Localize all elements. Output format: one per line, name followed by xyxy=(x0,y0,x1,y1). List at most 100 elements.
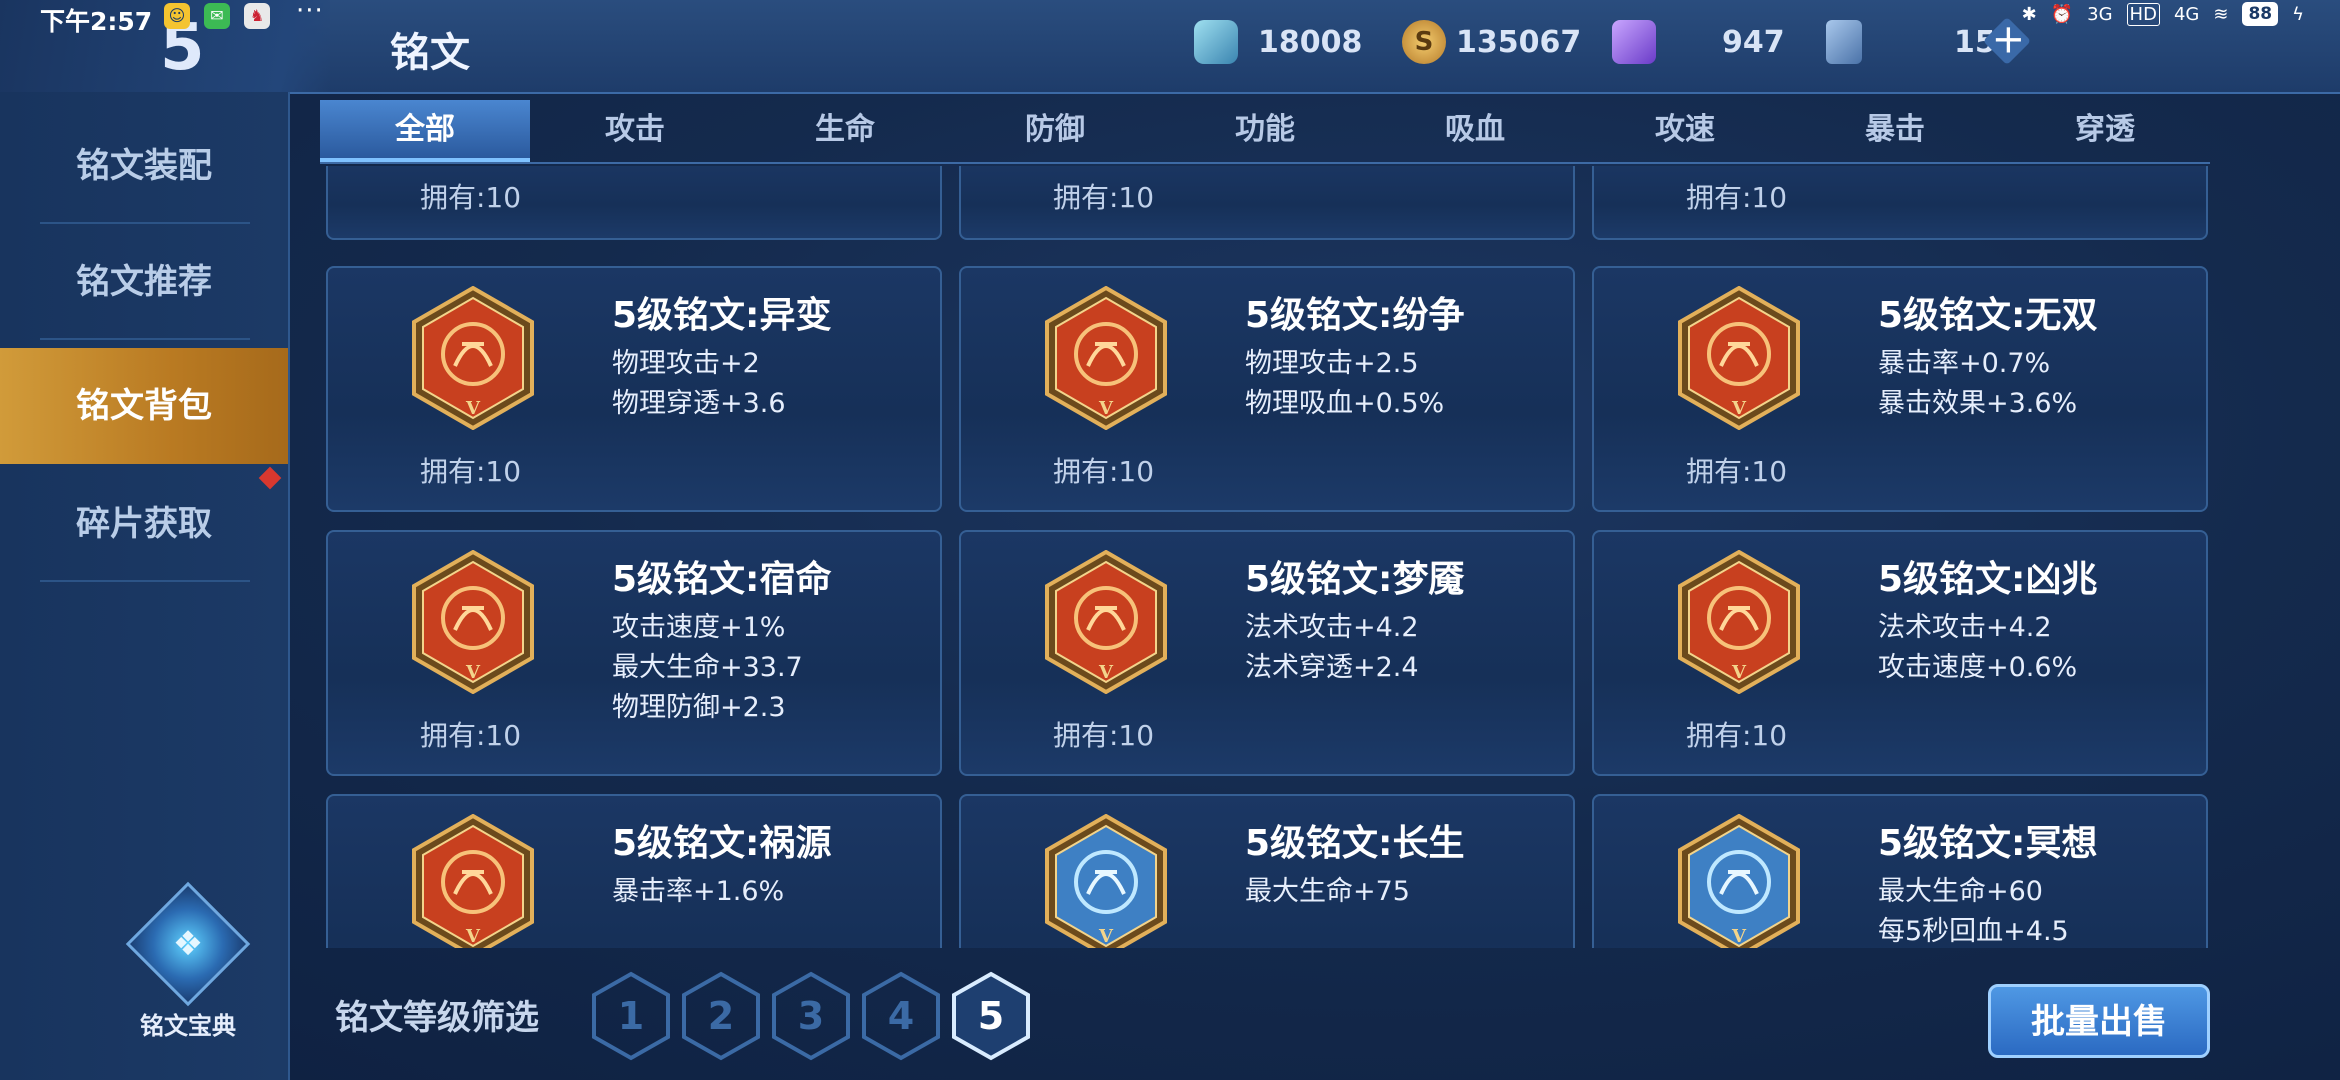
sidebar-item-fragments[interactable]: 碎片获取 xyxy=(0,466,288,582)
rune-title: 5级铭文:梦魇 xyxy=(1245,559,1465,600)
svg-text:V: V xyxy=(1098,926,1114,947)
owned-count: 拥有:10 xyxy=(420,719,522,752)
rune-stat: 法术攻击+4.2 xyxy=(1878,612,2052,643)
tab-crit[interactable]: 暴击 xyxy=(1790,100,2000,162)
wifi-icon: ≋ xyxy=(2213,3,2229,25)
tab-lifesteal[interactable]: 吸血 xyxy=(1370,100,1580,162)
charging-icon: ϟ xyxy=(2292,3,2304,25)
rune-card[interactable]: V 5级铭文:异变 物理攻击+2 物理穿透+3.6 拥有:10 xyxy=(326,266,942,512)
level-number: 4 xyxy=(887,994,915,1038)
owned-count: 拥有:10 xyxy=(420,181,522,214)
tab-attack[interactable]: 攻击 xyxy=(530,100,740,162)
svg-text:V: V xyxy=(1731,926,1747,947)
rune-fenzheng-icon: V xyxy=(1045,286,1167,430)
rune-title: 5级铭文:凶兆 xyxy=(1878,559,2098,600)
svg-text:V: V xyxy=(1731,662,1747,683)
level-filter-4[interactable]: 4 xyxy=(860,970,942,1062)
tab-utility[interactable]: 功能 xyxy=(1160,100,1370,162)
rune-card[interactable]: V 5级铭文:梦魇 法术攻击+4.2 法术穿透+2.4 拥有:10 xyxy=(959,530,1575,776)
rune-changsheng-icon: V xyxy=(1045,814,1167,948)
battery-indicator: 88 xyxy=(2242,2,2279,26)
rune-card[interactable]: V 5级铭文:宿命 攻击速度+1% 最大生命+33.7 物理防御+2.3 拥有:… xyxy=(326,530,942,776)
rune-grid[interactable]: 拥有:10 拥有:10 拥有:10 V 5级铭文:异变 物理攻击+2 物理穿透+… xyxy=(320,166,2220,948)
rune-xiongzhao-icon: V xyxy=(1678,550,1800,694)
level-number: 2 xyxy=(707,994,735,1038)
status-indicators: ✱ ⏰ 3G HD 4G ≋ 88 ϟ xyxy=(2022,2,2304,26)
rune-stat: 最大生命+33.7 xyxy=(612,652,803,683)
rune-stat: 暴击效果+3.6% xyxy=(1878,388,2078,419)
net-4g-label: 4G xyxy=(2173,3,2200,25)
sidebar-item-recommend[interactable]: 铭文推荐 xyxy=(0,224,288,340)
rune-card[interactable]: 拥有:10 xyxy=(326,166,942,240)
codex-label: 铭文宝典 xyxy=(140,1012,236,1040)
rune-card[interactable]: V 5级铭文:冥想 最大生命+60 每5秒回血+4.5 xyxy=(1592,794,2208,948)
category-tabs: 全部 攻击 生命 防御 功能 吸血 攻速 暴击 穿透 xyxy=(320,100,2210,164)
rune-mingxiang-icon: V xyxy=(1678,814,1800,948)
rune-wushuang-icon: V xyxy=(1678,286,1800,430)
tab-all[interactable]: 全部 xyxy=(320,100,530,162)
tab-attack-speed[interactable]: 攻速 xyxy=(1580,100,1790,162)
rune-yibian-icon: V xyxy=(412,286,534,430)
rune-stats: 暴击率+1.6% xyxy=(612,872,784,912)
rune-stat: 每5秒回血+4.5 xyxy=(1878,916,2069,947)
net-3g-label: 3G xyxy=(2087,3,2113,25)
rune-stat: 最大生命+60 xyxy=(1878,876,2043,907)
rune-stats: 物理攻击+2.5 物理吸血+0.5% xyxy=(1245,344,1444,424)
level-filter-5[interactable]: 5 xyxy=(950,970,1032,1062)
rune-codex-button[interactable]: ❖ 铭文宝典 xyxy=(125,881,251,1040)
batch-sell-button[interactable]: 批量出售 xyxy=(1988,984,2210,1058)
app-icon: ♞ xyxy=(244,3,270,29)
rune-card[interactable]: V 5级铭文:凶兆 法术攻击+4.2 攻击速度+0.6% 拥有:10 xyxy=(1592,530,2208,776)
level-filter-3[interactable]: 3 xyxy=(770,970,852,1062)
owned-count: 拥有:10 xyxy=(1053,181,1155,214)
svg-text:V: V xyxy=(1098,398,1114,419)
svg-text:V: V xyxy=(465,398,481,419)
sidebar-item-backpack[interactable]: 铭文背包 xyxy=(0,348,288,464)
owned-count: 拥有:10 xyxy=(1686,455,1788,488)
rune-card[interactable]: V 5级铭文:长生 最大生命+75 xyxy=(959,794,1575,948)
rune-card[interactable]: V 5级铭文:祸源 暴击率+1.6% xyxy=(326,794,942,948)
rune-stat: 法术穿透+2.4 xyxy=(1245,652,1419,683)
owned-count: 拥有:10 xyxy=(1053,719,1155,752)
sidebar-item-label: 铭文装配 xyxy=(76,146,212,186)
level-filter-label: 铭文等级筛选 xyxy=(335,998,539,1038)
rune-card[interactable]: 拥有:10 xyxy=(959,166,1575,240)
svg-text:V: V xyxy=(465,662,481,683)
rune-stat: 暴击率+0.7% xyxy=(1878,348,2051,379)
owned-count: 拥有:10 xyxy=(1686,719,1788,752)
rune-stat: 暴击率+1.6% xyxy=(612,876,785,907)
rune-stats: 最大生命+60 每5秒回血+4.5 xyxy=(1878,872,2069,948)
level-filter-1[interactable]: 1 xyxy=(590,970,672,1062)
rune-card[interactable]: V 5级铭文:纷争 物理攻击+2.5 物理吸血+0.5% 拥有:10 xyxy=(959,266,1575,512)
tab-health[interactable]: 生命 xyxy=(740,100,950,162)
wechat-icon: ✉ xyxy=(204,3,230,29)
tab-defense[interactable]: 防御 xyxy=(950,100,1160,162)
rune-stats: 攻击速度+1% 最大生命+33.7 物理防御+2.3 xyxy=(612,608,803,728)
rune-stat: 物理吸血+0.5% xyxy=(1245,388,1445,419)
rune-stat: 攻击速度+0.6% xyxy=(1878,652,2078,683)
rune-stats: 最大生命+75 xyxy=(1245,872,1410,912)
rune-card[interactable]: 拥有:10 xyxy=(1592,166,2208,240)
level-filter-2[interactable]: 2 xyxy=(680,970,762,1062)
rune-title: 5级铭文:冥想 xyxy=(1878,823,2098,864)
rune-stat: 物理穿透+3.6 xyxy=(612,388,786,419)
rune-card[interactable]: V 5级铭文:无双 暴击率+0.7% 暴击效果+3.6% 拥有:10 xyxy=(1592,266,2208,512)
rune-stat: 攻击速度+1% xyxy=(612,612,786,643)
owned-count: 拥有:10 xyxy=(420,455,522,488)
tab-penetration[interactable]: 穿透 xyxy=(2000,100,2210,162)
rune-stat: 最大生命+75 xyxy=(1245,876,1410,907)
rune-huoyuan-icon: V xyxy=(412,814,534,948)
status-bar: 下午2:57 ☺ ✉ ♞ ··· ✱ ⏰ 3G HD 4G ≋ 88 ϟ xyxy=(0,0,2340,36)
net-hd-label: HD xyxy=(2126,2,2160,26)
owned-count: 拥有:10 xyxy=(1053,455,1155,488)
svg-text:V: V xyxy=(465,926,481,947)
rune-stat: 物理攻击+2 xyxy=(612,348,760,379)
rune-stat: 法术攻击+4.2 xyxy=(1245,612,1419,643)
level-number: 3 xyxy=(797,994,825,1038)
rune-mengyan-icon: V xyxy=(1045,550,1167,694)
rune-suming-icon: V xyxy=(412,550,534,694)
rune-stat: 物理攻击+2.5 xyxy=(1245,348,1419,379)
sidebar-item-equip[interactable]: 铭文装配 xyxy=(0,108,288,224)
sidebar-item-label: 铭文推荐 xyxy=(76,262,212,302)
sidebar-item-label: 铭文背包 xyxy=(76,386,212,426)
